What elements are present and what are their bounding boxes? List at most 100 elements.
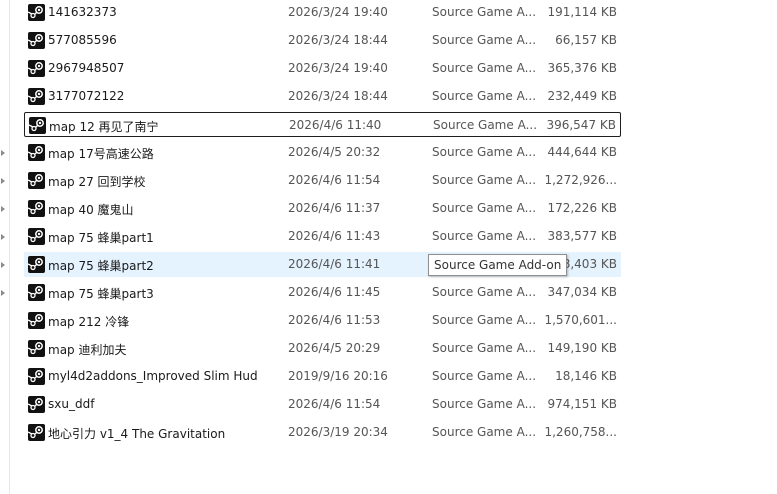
file-name: 地心引力 v1_4 The Gravitation	[48, 427, 226, 441]
file-size: 396,547 KB	[546, 118, 616, 132]
file-row[interactable]: map 212 冷锋 2026/4/6 11:53 Source Game A...…	[24, 308, 621, 333]
file-row[interactable]: 地心引力 v1_4 The Gravitation 2026/3/19 20:34…	[24, 420, 621, 445]
date-modified: 2026/3/24 19:40	[288, 5, 388, 19]
file-size: 191,114 KB	[547, 5, 617, 19]
date-modified: 2026/4/6 11:43	[288, 229, 381, 243]
file-row[interactable]: map 40 魔鬼山 2026/4/6 11:37 Source Game A...…	[24, 196, 621, 221]
file-row[interactable]: myl4d2addons_Improved Slim Hud 2019/9/16 …	[24, 364, 621, 389]
file-name: map 75 蜂巢part1	[48, 231, 154, 245]
file-name: 3177072122	[48, 89, 125, 103]
file-row[interactable]: map 12 再见了南宁 2026/4/6 11:40 Source Game A.…	[24, 112, 621, 137]
file-row[interactable]: map 75 蜂巢part1 2026/4/6 11:43 Source Game …	[24, 224, 621, 249]
file-name: 141632373	[48, 5, 117, 19]
steam-icon	[29, 117, 46, 134]
steam-icon	[28, 228, 45, 245]
steam-icon	[28, 32, 45, 49]
file-name: map 17号高速公路	[48, 147, 154, 161]
file-size: 232,449 KB	[547, 89, 617, 103]
file-type: Source Game A...	[432, 397, 537, 411]
date-modified: 2026/4/5 20:32	[288, 145, 381, 159]
file-name: 2967948507	[48, 61, 125, 75]
steam-icon	[28, 340, 45, 357]
file-size: 1,272,926...	[544, 173, 617, 187]
date-modified: 2019/9/16 20:16	[288, 369, 388, 383]
file-type: Source Game A...	[432, 313, 537, 327]
expand-chevron-icon[interactable]	[1, 150, 5, 156]
date-modified: 2026/4/6 11:45	[288, 285, 381, 299]
file-size: 383,577 KB	[547, 229, 617, 243]
steam-icon	[28, 200, 45, 217]
date-modified: 2026/4/6 11:41	[288, 257, 381, 271]
file-row[interactable]: 577085596 2026/3/24 18:44 Source Game A...…	[24, 28, 621, 53]
date-modified: 2026/3/19 20:34	[288, 425, 388, 439]
file-size: 172,226 KB	[547, 201, 617, 215]
date-modified: 2026/4/6 11:54	[288, 173, 381, 187]
file-name: map 212 冷锋	[48, 315, 130, 329]
steam-icon	[28, 284, 45, 301]
file-row[interactable]: map 27 回到学校 2026/4/6 11:54 Source Game A..…	[24, 168, 621, 193]
file-type: Source Game A...	[432, 285, 537, 299]
file-size: 365,376 KB	[547, 61, 617, 75]
type-tooltip: Source Game Add-on	[428, 254, 568, 276]
file-type: Source Game A...	[432, 341, 537, 355]
date-modified: 2026/3/24 18:44	[288, 89, 388, 103]
file-size: 974,151 KB	[547, 397, 617, 411]
expand-chevron-icon[interactable]	[1, 234, 5, 240]
file-type: Source Game A...	[432, 173, 537, 187]
date-modified: 2026/3/24 18:44	[288, 33, 388, 47]
file-row[interactable]: 3177072122 2026/3/24 18:44 Source Game A..…	[24, 84, 621, 109]
file-size: 1,570,601...	[544, 313, 617, 327]
file-type: Source Game A...	[432, 89, 537, 103]
expand-chevron-icon[interactable]	[1, 206, 5, 212]
steam-icon	[28, 368, 45, 385]
file-type: Source Game A...	[432, 201, 537, 215]
steam-icon	[28, 4, 45, 21]
file-size: 444,644 KB	[547, 145, 617, 159]
file-type: Source Game A...	[432, 145, 537, 159]
steam-icon	[28, 396, 45, 413]
file-size: 18,146 KB	[555, 369, 617, 383]
file-type: Source Game A...	[433, 118, 538, 132]
file-size: 66,157 KB	[555, 33, 617, 47]
steam-icon	[28, 424, 45, 441]
expand-chevron-icon[interactable]	[1, 262, 5, 268]
file-name: map 27 回到学校	[48, 175, 146, 189]
file-row[interactable]: sxu_ddf 2026/4/6 11:54 Source Game A... 974…	[24, 392, 621, 417]
file-type: Source Game A...	[432, 5, 537, 19]
date-modified: 2026/4/6 11:40	[289, 118, 382, 132]
file-size: 347,034 KB	[547, 285, 617, 299]
file-type: Source Game A...	[432, 229, 537, 243]
steam-icon	[28, 172, 45, 189]
file-type: Source Game A...	[432, 61, 537, 75]
file-row[interactable]: map 75 蜂巢part3 2026/4/6 11:45 Source Game …	[24, 280, 621, 305]
date-modified: 2026/4/5 20:29	[288, 341, 381, 355]
file-type: Source Game A...	[432, 369, 537, 383]
date-modified: 2026/4/6 11:54	[288, 397, 381, 411]
file-name: 577085596	[48, 33, 117, 47]
date-modified: 2026/4/6 11:37	[288, 201, 381, 215]
date-modified: 2026/3/24 19:40	[288, 61, 388, 75]
file-row[interactable]: map 17号高速公路 2026/4/5 20:32 Source Game A..…	[24, 140, 621, 165]
file-name: map 75 蜂巢part2	[48, 259, 154, 273]
file-type: Source Game A...	[432, 33, 537, 47]
file-type: Source Game A...	[432, 425, 537, 439]
file-name: map 40 魔鬼山	[48, 203, 134, 217]
file-name: map 12 再见了南宁	[49, 120, 159, 134]
file-name: myl4d2addons_Improved Slim Hud	[48, 369, 258, 383]
expand-chevron-icon[interactable]	[1, 290, 5, 296]
file-row[interactable]: map 迪利加夫 2026/4/5 20:29 Source Game A... 14…	[24, 336, 621, 361]
expand-chevron-icon[interactable]	[1, 178, 5, 184]
navigation-pane-edge	[0, 0, 10, 494]
file-size: 149,190 KB	[547, 341, 617, 355]
steam-icon	[28, 60, 45, 77]
file-name: sxu_ddf	[48, 397, 95, 411]
file-name: map 75 蜂巢part3	[48, 287, 154, 301]
file-size: 1,260,758...	[544, 425, 617, 439]
steam-icon	[28, 312, 45, 329]
steam-icon	[28, 88, 45, 105]
steam-icon	[28, 256, 45, 273]
file-name: map 迪利加夫	[48, 343, 127, 357]
file-row[interactable]: 141632373 2026/3/24 19:40 Source Game A...…	[24, 0, 621, 25]
file-row[interactable]: 2967948507 2026/3/24 19:40 Source Game A..…	[24, 56, 621, 81]
date-modified: 2026/4/6 11:53	[288, 313, 381, 327]
